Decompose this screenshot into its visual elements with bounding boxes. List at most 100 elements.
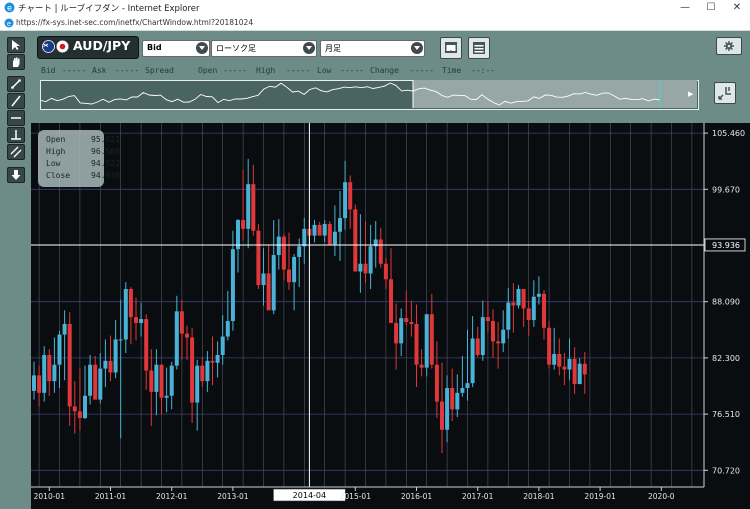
change-label: Change [370, 66, 399, 75]
candle-body [52, 364, 57, 382]
candle-body [144, 319, 149, 371]
candle-body [37, 375, 42, 393]
candle-body [440, 401, 444, 430]
candle-body [241, 220, 246, 229]
ask-value: ----- [115, 66, 140, 75]
candle-body [287, 269, 291, 283]
bid-label: Bid [41, 66, 56, 75]
ohlc-close-label: Close [46, 171, 71, 180]
candle-body [429, 314, 434, 365]
candle-body [332, 231, 337, 245]
close-button[interactable]: ✕ [724, 0, 750, 16]
candle-body [394, 322, 399, 344]
candle-body [261, 273, 266, 286]
chart-window-icon [445, 42, 457, 53]
candle-body [266, 273, 271, 311]
vertical-line-tool-button[interactable] [7, 127, 25, 143]
candlestick-chart[interactable]: 93.936 2014-04 105.460 99.670 88.090 82.300 7… [31, 123, 750, 509]
ohlc-low-label: Low [46, 159, 61, 168]
ohlc-open-row: Open 95.621 [46, 135, 120, 144]
candle-body [179, 311, 184, 334]
download-button[interactable] [7, 167, 25, 183]
ray-line-icon [11, 95, 21, 107]
candle-body [220, 336, 225, 355]
candle-body [205, 360, 210, 382]
candle-body [281, 236, 286, 270]
candle-body [389, 279, 393, 323]
maximize-button[interactable]: ☐ [698, 0, 724, 16]
chart-settings-button[interactable] [440, 37, 462, 59]
time-value: --:-- [471, 66, 496, 75]
x-tick-label: 2017-01 [462, 492, 494, 501]
spread-label: Spread [145, 66, 174, 75]
trendline-tool-button[interactable] [7, 76, 25, 92]
diagonal-line-icon [11, 79, 21, 89]
ohlc-open-label: Open [46, 135, 66, 144]
ray-tool-button[interactable] [7, 93, 25, 109]
channel-icon [10, 146, 22, 158]
candle-body [108, 360, 113, 373]
candle-body [552, 354, 557, 365]
candle-body [118, 339, 123, 341]
x-tick-label: 2011-01 [95, 492, 127, 501]
candle-body [57, 334, 62, 365]
indicator-button[interactable] [468, 37, 490, 59]
minimize-button[interactable]: — [672, 0, 698, 16]
quote-strip: Bid ----- Ask ----- Spread Open ----- Hi… [41, 66, 501, 78]
candle-body [72, 406, 77, 412]
ask-label: Ask [92, 66, 107, 75]
candle-body [271, 255, 276, 311]
candle-body [455, 392, 460, 410]
candle-body [67, 323, 72, 407]
candle-body [475, 338, 480, 355]
chart-type-select[interactable]: ローソク足 [211, 40, 317, 57]
candle-body [577, 363, 582, 385]
ohlc-close-value: 94.939 [91, 171, 120, 180]
settings-button[interactable] [716, 37, 742, 55]
horizontal-line-tool-button[interactable] [7, 110, 25, 126]
svg-text:e: e [7, 4, 12, 13]
candle-body [210, 360, 215, 363]
time-label: Time [442, 66, 462, 75]
window-titlebar: e チャート | ルーブイフダン - Internet Explorer — ☐… [0, 0, 750, 17]
browser-icon: e [4, 18, 14, 28]
timeframe-value: 月足 [325, 44, 341, 53]
candle-body [343, 182, 348, 219]
candle-body [190, 337, 195, 403]
candle-body [47, 354, 52, 382]
fit-range-button[interactable] [714, 82, 736, 104]
channel-tool-button[interactable] [7, 144, 25, 160]
candle-body [470, 338, 475, 384]
vertical-line-icon [11, 130, 21, 140]
chart-type-value: ローソク足 [216, 44, 256, 53]
cursor-tool-button[interactable] [7, 37, 25, 53]
svg-text:e: e [7, 20, 11, 28]
ohlc-close-row: Close 94.939 [46, 171, 120, 180]
address-bar[interactable]: e https://fx-sys.inet-sec.com/inetfx/Cha… [0, 16, 750, 31]
candle-body [276, 236, 281, 256]
price-type-select[interactable]: Bid [142, 40, 210, 57]
candle-body [450, 387, 455, 410]
navigator-right-arrow-icon[interactable]: ▶ [688, 90, 693, 98]
candle-body [460, 387, 465, 393]
candle-body [424, 314, 429, 368]
candle-body [256, 230, 261, 286]
candle-body [404, 318, 409, 322]
expand-arrows-icon [718, 87, 731, 100]
x-tick-label: 2019-01 [584, 492, 616, 501]
candle-body [149, 370, 154, 392]
download-arrow-icon [11, 170, 21, 180]
candle-body [567, 358, 572, 370]
candle-body [139, 319, 144, 323]
candle-body [363, 263, 368, 274]
candle-body [531, 296, 536, 321]
candle-body [409, 321, 414, 324]
chevron-down-icon [411, 42, 423, 54]
candle-body [542, 293, 546, 328]
candle-body [338, 218, 342, 232]
candle-body [327, 223, 332, 245]
timeframe-select[interactable]: 月足 [320, 40, 425, 57]
hand-tool-button[interactable] [7, 54, 25, 70]
x-tick-label: 2016-01 [401, 492, 433, 501]
change-value: ----- [410, 66, 435, 75]
